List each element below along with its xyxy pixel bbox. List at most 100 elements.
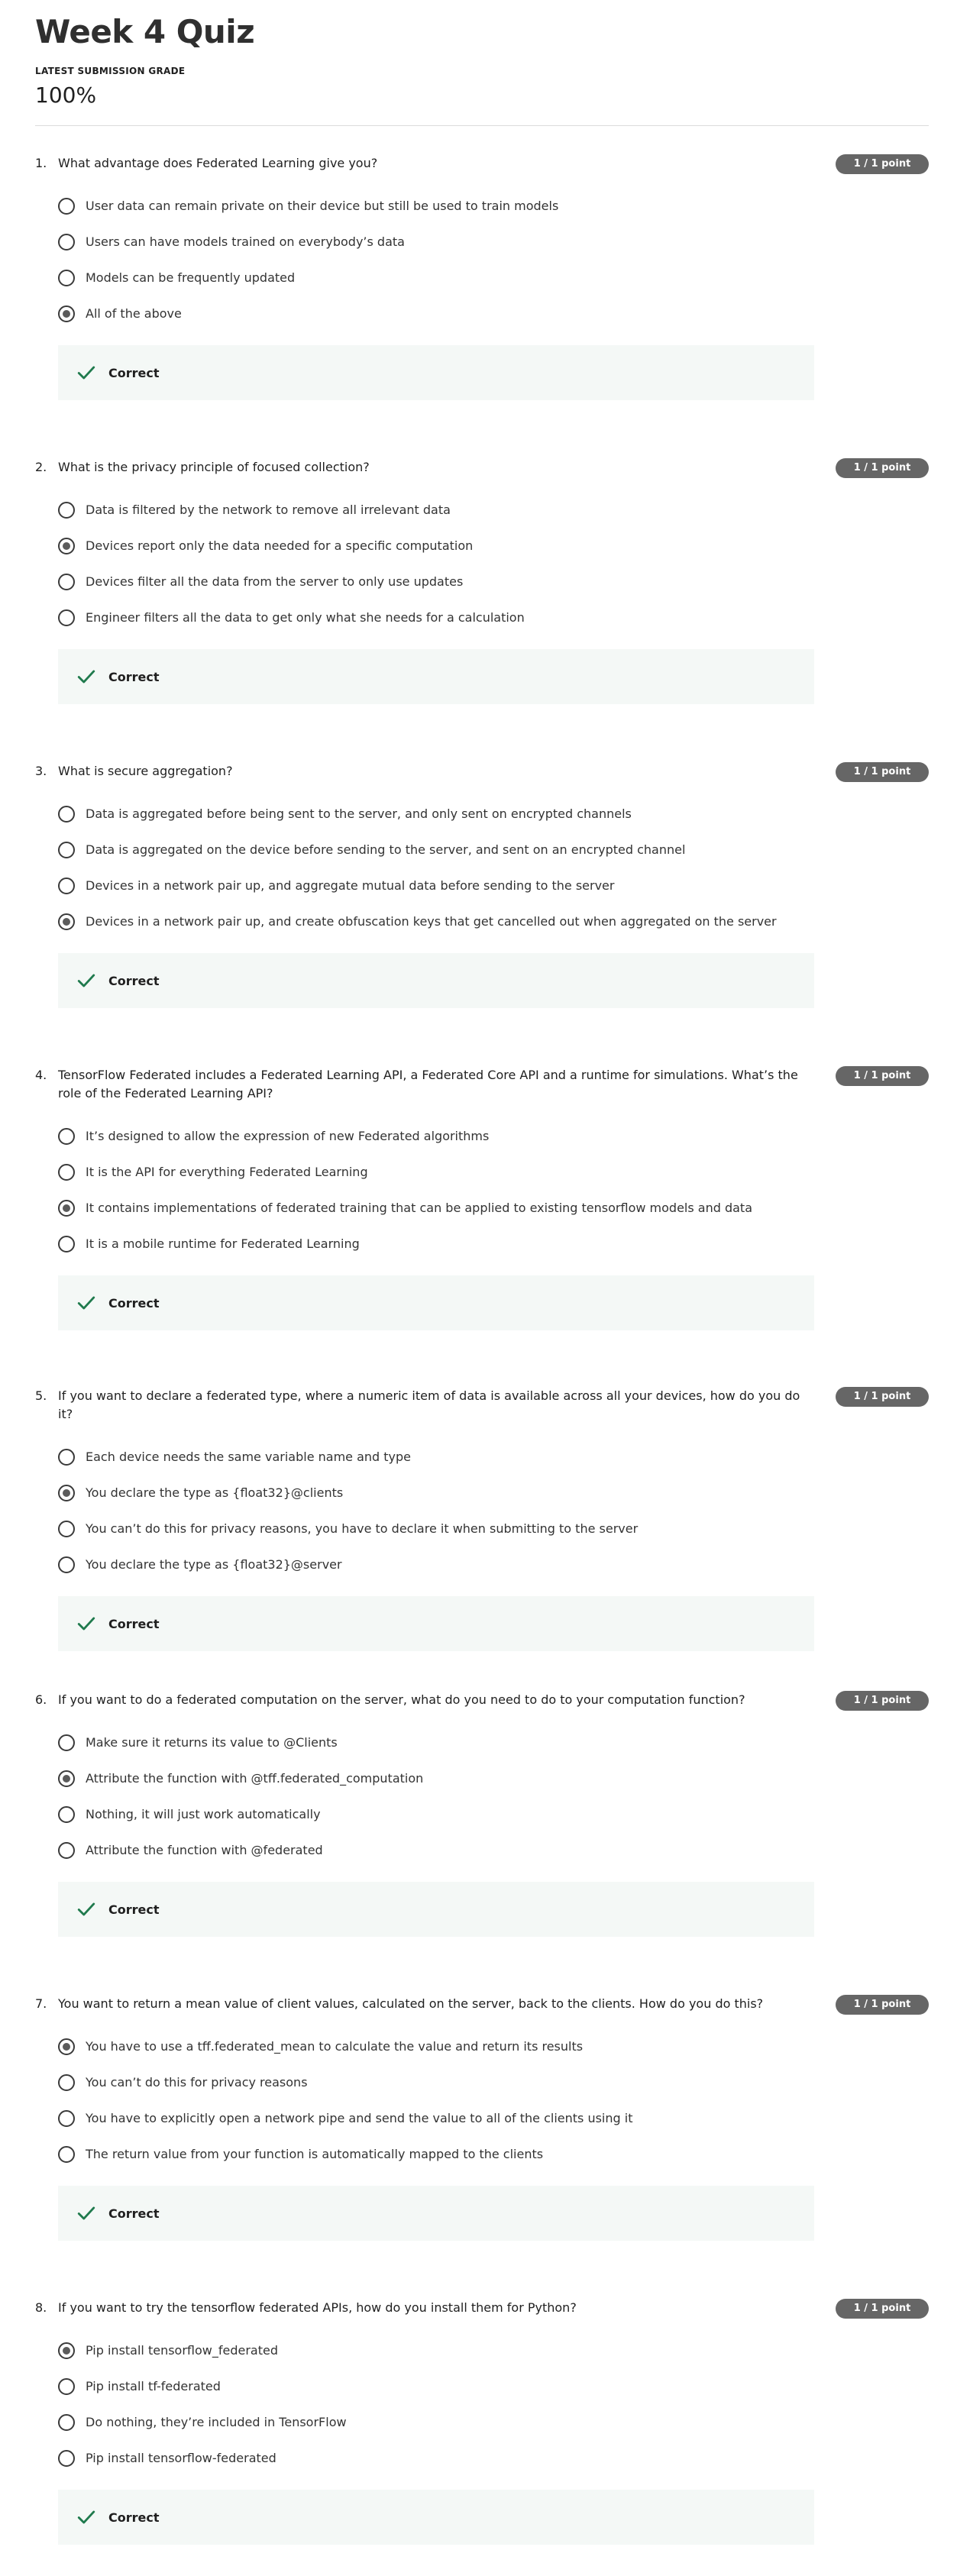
- radio-selected-icon[interactable]: [58, 1484, 75, 1501]
- question-number: 4.: [35, 1068, 47, 1082]
- answer-option[interactable]: Each device needs the same variable name…: [58, 1439, 929, 1475]
- radio-selected-icon[interactable]: [58, 537, 75, 554]
- radio-unselected-icon[interactable]: [58, 2145, 75, 2163]
- answer-option-label: You declare the type as {float32}@server: [86, 1557, 342, 1572]
- feedback-box: Correct: [58, 1596, 814, 1651]
- radio-unselected-icon[interactable]: [58, 805, 75, 823]
- answer-option[interactable]: Nothing, it will just work automatically: [58, 1796, 929, 1832]
- radio-selected-icon[interactable]: [58, 1199, 75, 1217]
- feedback-label: Correct: [108, 1295, 160, 1311]
- radio-unselected-icon[interactable]: [58, 1805, 75, 1823]
- answer-option-label: Attribute the function with @tff.federat…: [86, 1771, 424, 1786]
- question-header: 7. You want to return a mean value of cli…: [35, 1995, 929, 2015]
- question-6: 6. If you want to do a federated computat…: [35, 1691, 929, 1937]
- radio-unselected-icon[interactable]: [58, 1841, 75, 1859]
- question-4: 4. TensorFlow Federated includes a Federa…: [35, 1066, 929, 1330]
- answer-option[interactable]: You declare the type as {float32}@server: [58, 1547, 929, 1582]
- feedback-label: Correct: [108, 1616, 160, 1631]
- radio-unselected-icon[interactable]: [58, 877, 75, 894]
- answer-option[interactable]: You have to use a tff.federated_mean to …: [58, 2028, 929, 2064]
- radio-unselected-icon[interactable]: [58, 1448, 75, 1466]
- answer-option[interactable]: All of the above: [58, 296, 929, 331]
- radio-unselected-icon[interactable]: [58, 2413, 75, 2431]
- answer-option[interactable]: Devices filter all the data from the ser…: [58, 564, 929, 600]
- feedback-box: Correct: [58, 2186, 814, 2241]
- radio-unselected-icon[interactable]: [58, 1127, 75, 1145]
- question-number: 5.: [35, 1388, 47, 1403]
- radio-unselected-icon[interactable]: [58, 269, 75, 286]
- answer-option-label: Devices filter all the data from the ser…: [86, 574, 464, 589]
- answer-option-label: Users can have models trained on everybo…: [86, 234, 405, 249]
- answer-option[interactable]: Devices in a network pair up, and aggreg…: [58, 868, 929, 903]
- radio-selected-icon[interactable]: [58, 1770, 75, 1787]
- answer-option[interactable]: Do nothing, they’re included in TensorFl…: [58, 2404, 929, 2440]
- answer-option[interactable]: You have to explicitly open a network pi…: [58, 2100, 929, 2136]
- grade-value: 100%: [35, 82, 97, 108]
- answer-option-label: Devices in a network pair up, and aggreg…: [86, 878, 615, 893]
- answer-option[interactable]: You declare the type as {float32}@client…: [58, 1475, 929, 1511]
- answer-option[interactable]: It is a mobile runtime for Federated Lea…: [58, 1226, 929, 1262]
- question-header: 8. If you want to try the tensorflow fede…: [35, 2299, 929, 2319]
- radio-unselected-icon[interactable]: [58, 1520, 75, 1537]
- radio-unselected-icon[interactable]: [58, 609, 75, 626]
- answer-option[interactable]: It is the API for everything Federated L…: [58, 1154, 929, 1190]
- answer-option[interactable]: Pip install tensorflow-federated: [58, 2440, 929, 2476]
- answer-option[interactable]: Pip install tensorflow_federated: [58, 2332, 929, 2368]
- question-2: 2. What is the privacy principle of focus…: [35, 458, 929, 704]
- question-text: You want to return a mean value of clien…: [58, 1996, 764, 2011]
- radio-unselected-icon[interactable]: [58, 233, 75, 250]
- radio-unselected-icon[interactable]: [58, 1235, 75, 1252]
- question-text: If you want to declare a federated type,…: [58, 1388, 800, 1421]
- answer-option[interactable]: User data can remain private on their de…: [58, 188, 929, 224]
- question-text: What is the privacy principle of focused…: [58, 460, 370, 474]
- radio-unselected-icon[interactable]: [58, 573, 75, 590]
- radio-selected-icon[interactable]: [58, 2038, 75, 2055]
- answer-option[interactable]: Devices in a network pair up, and create…: [58, 903, 929, 939]
- answer-option[interactable]: The return value from your function is a…: [58, 2136, 929, 2172]
- radio-unselected-icon[interactable]: [58, 197, 75, 215]
- radio-selected-icon[interactable]: [58, 305, 75, 322]
- answer-option-label: Data is filtered by the network to remov…: [86, 503, 451, 517]
- answer-option[interactable]: You can’t do this for privacy reasons: [58, 2064, 929, 2100]
- answer-option-label: Do nothing, they’re included in TensorFl…: [86, 2415, 347, 2429]
- answer-option[interactable]: Make sure it returns its value to @Clien…: [58, 1724, 929, 1760]
- radio-unselected-icon[interactable]: [58, 2109, 75, 2127]
- radio-unselected-icon[interactable]: [58, 841, 75, 858]
- radio-unselected-icon[interactable]: [58, 2377, 75, 2395]
- grade-label: LATEST SUBMISSION GRADE: [35, 66, 186, 76]
- answer-option[interactable]: Pip install tf-federated: [58, 2368, 929, 2404]
- answer-option[interactable]: It contains implementations of federated…: [58, 1190, 929, 1226]
- radio-selected-icon[interactable]: [58, 2342, 75, 2359]
- answer-option-label: You declare the type as {float32}@client…: [86, 1485, 344, 1500]
- answer-option[interactable]: Models can be frequently updated: [58, 260, 929, 296]
- answer-option-label: Engineer filters all the data to get onl…: [86, 610, 525, 625]
- answer-option[interactable]: It’s designed to allow the expression of…: [58, 1118, 929, 1154]
- answer-option[interactable]: Data is aggregated before being sent to …: [58, 796, 929, 832]
- answer-option[interactable]: Devices report only the data needed for …: [58, 528, 929, 564]
- question-header: 5. If you want to declare a federated typ…: [35, 1387, 929, 1424]
- radio-unselected-icon[interactable]: [58, 1163, 75, 1181]
- answer-option-label: Devices in a network pair up, and create…: [86, 914, 777, 929]
- answer-option[interactable]: Data is aggregated on the device before …: [58, 832, 929, 868]
- radio-unselected-icon[interactable]: [58, 1556, 75, 1573]
- radio-unselected-icon[interactable]: [58, 1734, 75, 1751]
- radio-selected-icon[interactable]: [58, 913, 75, 930]
- answer-option-label: Each device needs the same variable name…: [86, 1450, 412, 1464]
- feedback-box: Correct: [58, 649, 814, 704]
- feedback-label: Correct: [108, 2510, 160, 2525]
- answer-option-label: It is the API for everything Federated L…: [86, 1165, 368, 1179]
- answer-option[interactable]: Attribute the function with @federated: [58, 1832, 929, 1868]
- answer-option[interactable]: You can’t do this for privacy reasons, y…: [58, 1511, 929, 1547]
- answer-option[interactable]: Engineer filters all the data to get onl…: [58, 600, 929, 635]
- quiz-content: Week 4 Quiz LATEST SUBMISSION GRADE 100%…: [35, 0, 929, 2545]
- question-header: 2. What is the privacy principle of focus…: [35, 458, 929, 478]
- feedback-label: Correct: [108, 973, 160, 988]
- answer-option[interactable]: Data is filtered by the network to remov…: [58, 492, 929, 528]
- points-badge: 1 / 1 point: [836, 458, 929, 478]
- answer-option[interactable]: Users can have models trained on everybo…: [58, 224, 929, 260]
- radio-unselected-icon[interactable]: [58, 2073, 75, 2091]
- radio-unselected-icon[interactable]: [58, 501, 75, 519]
- radio-unselected-icon[interactable]: [58, 2449, 75, 2467]
- checkmark-icon: [77, 974, 95, 987]
- answer-option[interactable]: Attribute the function with @tff.federat…: [58, 1760, 929, 1796]
